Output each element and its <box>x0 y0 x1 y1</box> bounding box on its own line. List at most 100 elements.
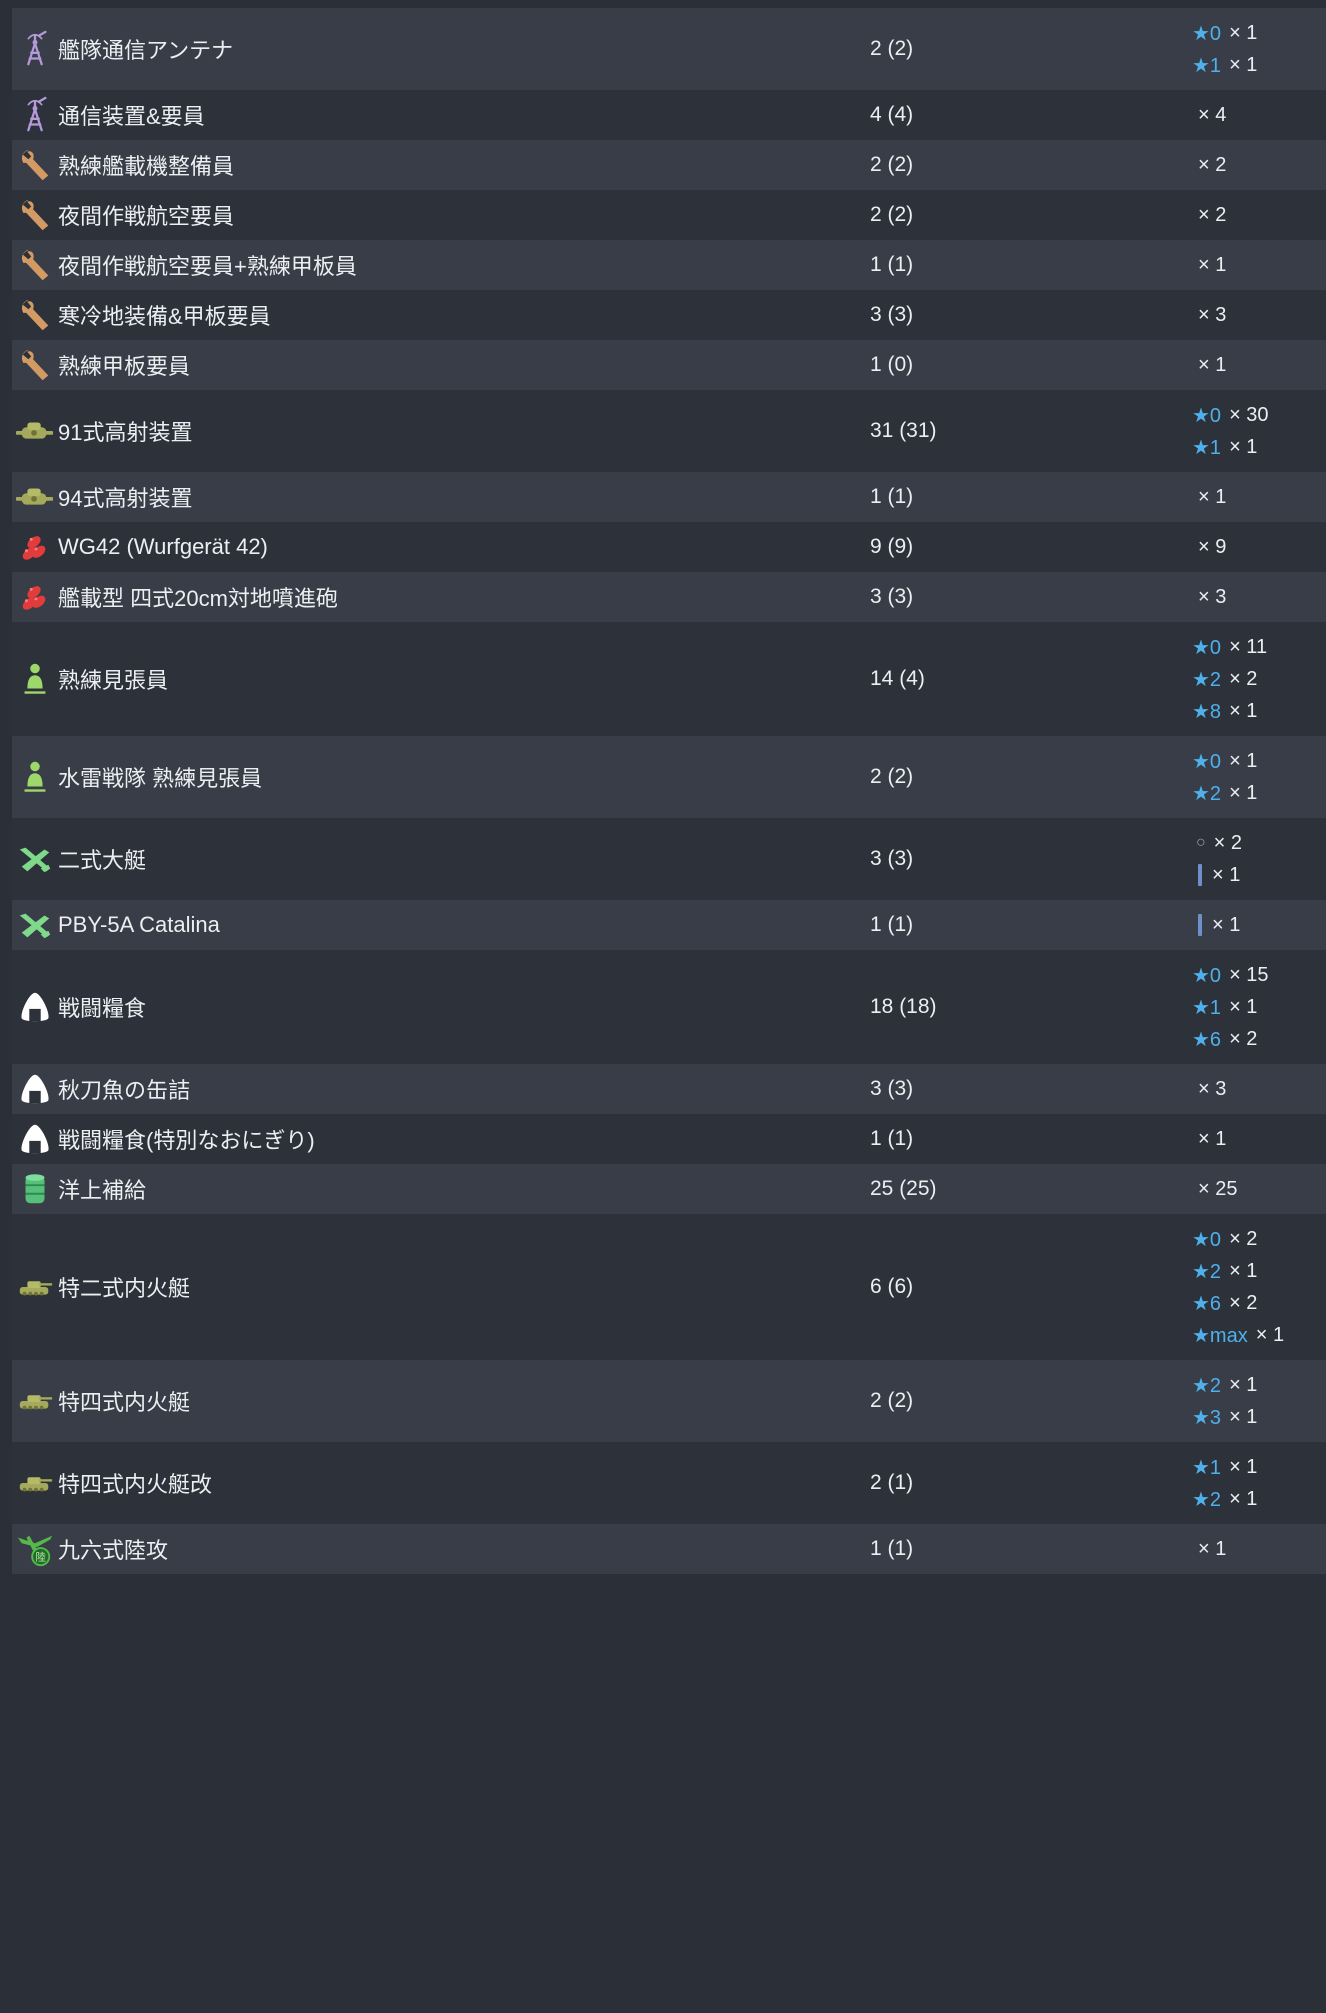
multiplier: × 2 <box>1198 153 1227 176</box>
equipment-count: 3 (3) <box>870 1077 914 1100</box>
distribution-line: × 1 <box>1192 340 1326 390</box>
improvement-distribution: × 3 <box>1192 572 1326 622</box>
table-row: 特二式内火艇 6 (6) ★0 × 2 ★2 × 1 ★6 × 2 ★max × 1 <box>12 1214 1326 1360</box>
improvement-distribution: ★0 × 1 ★2 × 1 <box>1192 736 1326 818</box>
equipment-name: WG42 (Wurfgerät 42) <box>58 534 268 559</box>
multiplier: × 2 <box>1198 203 1227 226</box>
distribution-line: ★8 × 1 <box>1192 695 1326 727</box>
table-row: 秋刀魚の缶詰 3 (3) × 3 <box>12 1064 1326 1114</box>
equipment-name: 91式高射装置 <box>58 420 193 445</box>
distribution-line: ★2 × 1 <box>1192 1369 1326 1401</box>
equipment-count: 2 (2) <box>870 153 914 176</box>
distribution-line: × 2 <box>1192 190 1326 240</box>
equipment-count: 1 (1) <box>870 253 914 276</box>
star-level: ★2 <box>1192 782 1222 805</box>
table-row: 夜間作戦航空要員 2 (2) × 2 <box>12 190 1326 240</box>
star-level: ★0 <box>1192 1228 1222 1251</box>
multiplier: × 1 <box>1229 699 1258 722</box>
distribution-line: ★3 × 1 <box>1192 1401 1326 1433</box>
table-row: 熟練甲板要員 1 (0) × 1 <box>12 340 1326 390</box>
table-row: 艦隊通信アンテナ 2 (2) ★0 × 1 ★1 × 1 <box>12 8 1326 90</box>
equipment-count: 1 (1) <box>870 1127 914 1150</box>
equipment-name: 夜間作戦航空要員 <box>58 204 235 229</box>
distribution-line: × 1 <box>1192 240 1326 290</box>
equipment-name: 熟練甲板要員 <box>58 354 191 379</box>
star-level: ★6 <box>1192 1028 1222 1051</box>
equipment-count: 1 (1) <box>870 485 914 508</box>
equipment-count: 2 (1) <box>870 1471 914 1494</box>
table-row: 陸九六式陸攻 1 (1) × 1 <box>12 1524 1326 1574</box>
multiplier: × 1 <box>1229 53 1258 76</box>
distribution-line: × 9 <box>1192 522 1326 572</box>
improvement-distribution: × 1 <box>1192 472 1326 522</box>
distribution-line: × 2 <box>1192 140 1326 190</box>
table-row: 戦闘糧食 18 (18) ★0 × 15 ★1 × 1 ★6 × 2 <box>12 950 1326 1064</box>
multiplier: × 1 <box>1212 913 1241 936</box>
equipment-table: 艦隊通信アンテナ 2 (2) ★0 × 1 ★1 × 1 通信装置&要員 4 (4) × 4 熟練… <box>12 8 1326 1574</box>
multiplier: × 30 <box>1229 403 1269 426</box>
table-row: 二式大艇 3 (3) ○ × 2 × 1 <box>12 818 1326 900</box>
equipment-count: 3 (3) <box>870 303 914 326</box>
equipment-count: 9 (9) <box>870 535 914 558</box>
distribution-line: ★1 × 1 <box>1192 431 1326 463</box>
equipment-count: 6 (6) <box>870 1275 914 1298</box>
proficiency-bar-icon <box>1198 914 1202 936</box>
distribution-line: × 3 <box>1192 572 1326 622</box>
multiplier: × 11 <box>1229 635 1268 658</box>
equipment-name: 特四式内火艇改 <box>58 1472 213 1497</box>
multiplier: × 1 <box>1229 1405 1258 1428</box>
distribution-line: ★2 × 1 <box>1192 1483 1326 1515</box>
equipment-count: 2 (2) <box>870 765 914 788</box>
onigiri-icon <box>12 1120 58 1158</box>
equipment-count: 3 (3) <box>870 585 914 608</box>
distribution-line: ★6 × 2 <box>1192 1287 1326 1319</box>
lookout-icon <box>12 660 58 698</box>
table-row: 洋上補給 25 (25) × 25 <box>12 1164 1326 1214</box>
star-level: ★1 <box>1192 1456 1222 1479</box>
improvement-distribution: × 3 <box>1192 1064 1326 1114</box>
onigiri-icon <box>12 988 58 1026</box>
multiplier: × 2 <box>1229 667 1258 690</box>
improvement-distribution: ★0 × 11 ★2 × 2 ★8 × 1 <box>1192 622 1326 736</box>
star-level: ★0 <box>1192 404 1222 427</box>
star-level: ★2 <box>1192 1374 1222 1397</box>
multiplier: × 1 <box>1229 781 1258 804</box>
rocket-launcher-icon <box>12 578 58 616</box>
improvement-distribution: ○ × 2 × 1 <box>1192 818 1326 900</box>
aa-director-icon <box>12 478 58 516</box>
improvement-distribution: × 4 <box>1192 90 1326 140</box>
table-row: 熟練見張員 14 (4) ★0 × 11 ★2 × 2 ★8 × 1 <box>12 622 1326 736</box>
equipment-count: 2 (2) <box>870 37 914 60</box>
multiplier: × 1 <box>1229 1487 1258 1510</box>
equipment-count: 1 (0) <box>870 353 914 376</box>
distribution-line: × 1 <box>1192 1114 1326 1164</box>
table-row: 水雷戦隊 熟練見張員 2 (2) ★0 × 1 ★2 × 1 <box>12 736 1326 818</box>
star-level: ★3 <box>1192 1406 1222 1429</box>
distribution-line: × 25 <box>1192 1164 1326 1214</box>
wrench-icon <box>12 196 58 234</box>
equipment-count: 31 (31) <box>870 419 937 442</box>
multiplier: × 1 <box>1229 21 1258 44</box>
improvement-distribution: ★2 × 1 ★3 × 1 <box>1192 1360 1326 1442</box>
improvement-distribution: × 2 <box>1192 140 1326 190</box>
equipment-name: 熟練艦載機整備員 <box>58 154 235 179</box>
star-level: ★1 <box>1192 54 1222 77</box>
distribution-line: ★1 × 1 <box>1192 1451 1326 1483</box>
distribution-line: ★6 × 2 <box>1192 1023 1326 1055</box>
distribution-line: ★0 × 15 <box>1192 959 1326 991</box>
equipment-name: 戦闘糧食 <box>58 996 147 1021</box>
star-level: ★2 <box>1192 1260 1222 1283</box>
distribution-line: ★2 × 2 <box>1192 663 1326 695</box>
improvement-distribution: × 9 <box>1192 522 1326 572</box>
equipment-count: 1 (1) <box>870 1537 914 1560</box>
distribution-line: ★1 × 1 <box>1192 49 1326 81</box>
amphibious-tank-icon <box>12 1464 58 1502</box>
multiplier: × 2 <box>1229 1227 1258 1250</box>
equipment-count: 4 (4) <box>870 103 914 126</box>
star-level: ★2 <box>1192 668 1222 691</box>
star-level: ★0 <box>1192 22 1222 45</box>
multiplier: × 2 <box>1229 1291 1258 1314</box>
multiplier: × 1 <box>1229 1373 1258 1396</box>
table-row: 特四式内火艇 2 (2) ★2 × 1 ★3 × 1 <box>12 1360 1326 1442</box>
multiplier: × 1 <box>1229 1455 1258 1478</box>
